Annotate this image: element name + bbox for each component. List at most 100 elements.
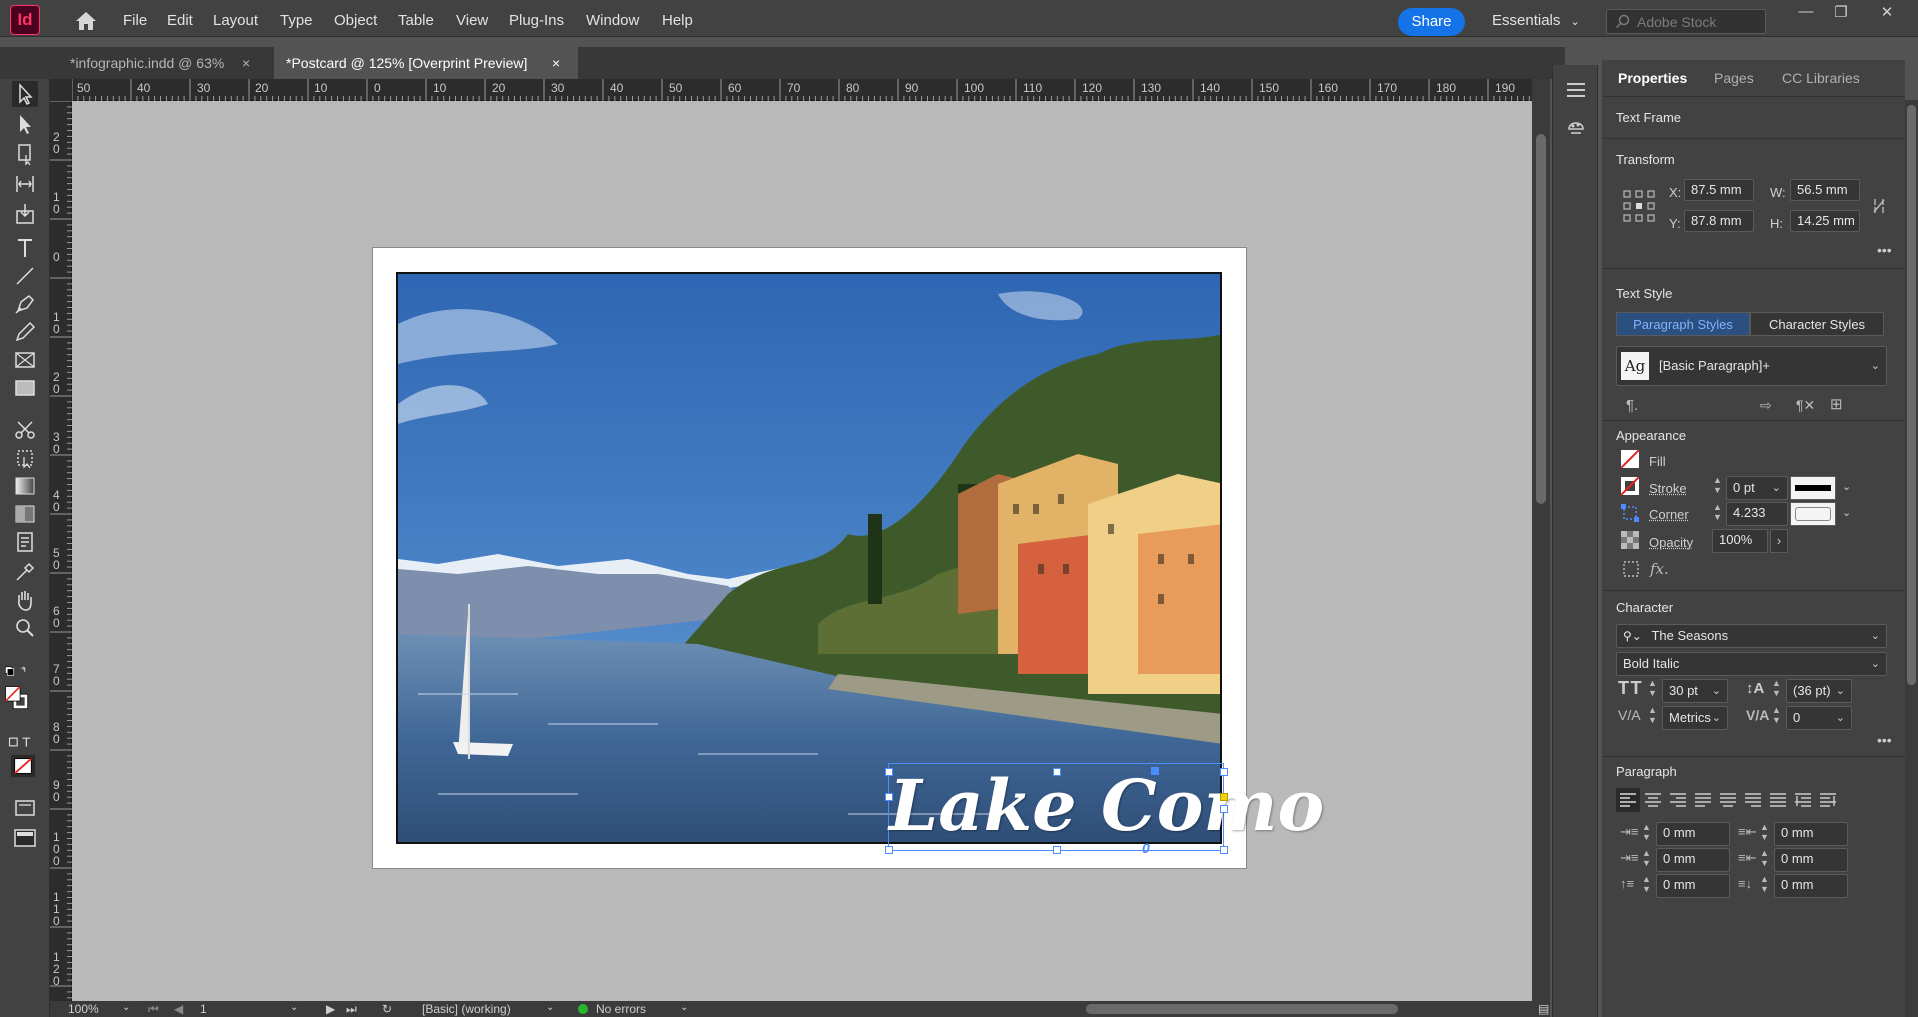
- corner-shape-picker[interactable]: [1790, 502, 1836, 526]
- menu-view[interactable]: View: [456, 12, 488, 29]
- note-tool-icon[interactable]: [12, 529, 38, 555]
- close-icon[interactable]: ×: [552, 47, 560, 79]
- stepper-icon[interactable]: ▲ ▼: [1642, 822, 1651, 842]
- menu-table[interactable]: Table: [398, 12, 434, 29]
- stock-search-field[interactable]: [1606, 9, 1766, 34]
- fill-swatch-icon[interactable]: [1621, 450, 1639, 468]
- scroll-thumb[interactable]: [1907, 105, 1916, 685]
- properties-scrollbar[interactable]: [1905, 100, 1918, 1017]
- first-line-indent-field[interactable]: 0 mm: [1656, 848, 1730, 872]
- chevron-down-icon[interactable]: ⌄: [290, 1002, 298, 1013]
- resize-handle[interactable]: [1220, 805, 1228, 813]
- reference-point-icon[interactable]: [1622, 189, 1656, 223]
- kerning-field[interactable]: Metrics ⌄: [1662, 706, 1728, 730]
- stepper-icon[interactable]: ▲ ▼: [1760, 822, 1769, 842]
- corner-label[interactable]: Corner: [1649, 507, 1689, 522]
- scissors-tool-icon[interactable]: [12, 417, 38, 443]
- x-position-field[interactable]: 87.5 mm: [1684, 179, 1754, 201]
- cc-libraries-icon[interactable]: [1565, 115, 1587, 137]
- space-after-field[interactable]: 0 mm: [1774, 874, 1848, 898]
- menu-help[interactable]: Help: [662, 12, 693, 29]
- page-number[interactable]: 1: [200, 1002, 207, 1016]
- justify-right-icon[interactable]: [1745, 792, 1761, 808]
- content-collector-icon[interactable]: [12, 201, 38, 227]
- clear-overrides-icon[interactable]: ¶✕: [1796, 397, 1815, 414]
- vertical-ruler[interactable]: 2 0 1 0 0 1 0 2 0 3 0 4 0 5 0 6 0 7 0 8 …: [50, 101, 72, 1001]
- chevron-down-icon[interactable]: ⌄: [1842, 506, 1851, 519]
- minimize-icon[interactable]: —: [1791, 3, 1821, 23]
- opacity-icon[interactable]: [1621, 531, 1639, 549]
- font-style-dropdown[interactable]: Bold Italic ⌄: [1616, 652, 1887, 676]
- tracking-field[interactable]: 0 ⌄: [1786, 706, 1852, 730]
- paragraph-style-dropdown[interactable]: Ag [Basic Paragraph]+ ⌄: [1616, 346, 1887, 386]
- zoom-level[interactable]: 100%: [68, 1002, 99, 1016]
- stepper-icon[interactable]: ▲ ▼: [1772, 678, 1781, 698]
- sync-icon[interactable]: ↻: [382, 1002, 392, 1016]
- workspace-switcher[interactable]: Essentials ⌄: [1492, 12, 1580, 29]
- stroke-swatch-icon[interactable]: [1621, 477, 1639, 495]
- tab-infographic[interactable]: *infographic.indd @ 63% ×: [58, 47, 260, 79]
- height-field[interactable]: 14.25 mm: [1790, 210, 1860, 232]
- opacity-label[interactable]: Opacity: [1649, 535, 1693, 550]
- stepper-icon[interactable]: ▲ ▼: [1772, 705, 1781, 725]
- stroke-type-picker[interactable]: [1790, 476, 1836, 500]
- load-styles-icon[interactable]: ⇨: [1760, 397, 1772, 414]
- stepper-icon[interactable]: ▲ ▼: [1713, 502, 1722, 522]
- justify-center-icon[interactable]: [1720, 792, 1736, 808]
- more-options-icon[interactable]: •••: [1877, 732, 1892, 748]
- resize-handle[interactable]: [1053, 846, 1061, 854]
- selection-tool-icon[interactable]: [12, 81, 38, 107]
- chevron-down-icon[interactable]: ⌄: [1842, 480, 1851, 493]
- menu-plugins[interactable]: Plug-Ins: [509, 12, 564, 29]
- caption-text[interactable]: Lake Como: [889, 764, 1324, 847]
- tab-paragraph-styles[interactable]: Paragraph Styles: [1616, 312, 1750, 336]
- gradient-feather-tool-icon[interactable]: [12, 501, 38, 527]
- line-tool-icon[interactable]: [12, 263, 38, 289]
- stepper-icon[interactable]: ▲ ▼: [1642, 874, 1651, 894]
- fill-stroke-swatch-icon[interactable]: [4, 685, 38, 719]
- apply-none-icon[interactable]: [10, 753, 38, 779]
- rectangle-tool-icon[interactable]: [12, 375, 38, 401]
- width-field[interactable]: 56.5 mm: [1790, 179, 1860, 201]
- free-transform-tool-icon[interactable]: [12, 445, 38, 471]
- screen-mode-icon[interactable]: [12, 795, 38, 821]
- in-port-handle[interactable]: [1151, 767, 1159, 775]
- last-page-icon[interactable]: ⏭: [346, 1002, 357, 1017]
- align-away-from-spine-icon[interactable]: [1820, 792, 1836, 808]
- gap-tool-icon[interactable]: [12, 171, 38, 197]
- pen-tool-icon[interactable]: [12, 291, 38, 317]
- menu-file[interactable]: File: [123, 12, 147, 29]
- menu-icon[interactable]: [1565, 81, 1587, 99]
- corner-size-field[interactable]: 4.233 mm: [1726, 502, 1788, 540]
- align-left-icon[interactable]: [1620, 792, 1636, 808]
- hand-tool-icon[interactable]: [12, 587, 38, 613]
- zoom-tool-icon[interactable]: [12, 615, 38, 641]
- menu-type[interactable]: Type: [280, 12, 313, 29]
- scroll-thumb[interactable]: [1536, 134, 1546, 504]
- close-icon[interactable]: ×: [242, 47, 250, 79]
- panel-toggle-icon[interactable]: ▤: [1538, 1002, 1549, 1016]
- tab-properties[interactable]: Properties: [1618, 70, 1687, 86]
- left-indent-field[interactable]: 0 mm: [1656, 822, 1730, 846]
- out-port-icon[interactable]: 0: [1142, 840, 1150, 856]
- preflight-profile[interactable]: [Basic] (working): [422, 1002, 511, 1016]
- new-style-icon[interactable]: ⊞: [1830, 395, 1843, 413]
- eyedropper-tool-icon[interactable]: [12, 559, 38, 585]
- y-position-field[interactable]: 87.8 mm: [1684, 210, 1754, 232]
- share-button[interactable]: Share: [1398, 8, 1465, 36]
- right-indent-field[interactable]: 0 mm: [1774, 822, 1848, 846]
- resize-handle[interactable]: [1053, 768, 1061, 776]
- close-window-icon[interactable]: ✕: [1872, 3, 1902, 23]
- first-page-icon[interactable]: ⏮: [148, 1002, 159, 1017]
- resize-handle[interactable]: [885, 768, 893, 776]
- stepper-icon[interactable]: ▲ ▼: [1713, 475, 1722, 495]
- justify-all-icon[interactable]: [1770, 792, 1786, 808]
- next-page-icon[interactable]: ▶: [326, 1002, 335, 1016]
- home-icon[interactable]: [74, 11, 98, 31]
- tab-pages[interactable]: Pages: [1714, 70, 1754, 86]
- font-family-dropdown[interactable]: ⚲⌄ The Seasons ⌄: [1616, 624, 1887, 648]
- formatting-affects-icon[interactable]: [8, 729, 42, 747]
- gradient-swatch-tool-icon[interactable]: [12, 473, 38, 499]
- tab-postcard[interactable]: *Postcard @ 125% [Overprint Preview] ×: [274, 47, 578, 79]
- resize-handle[interactable]: [1220, 768, 1228, 776]
